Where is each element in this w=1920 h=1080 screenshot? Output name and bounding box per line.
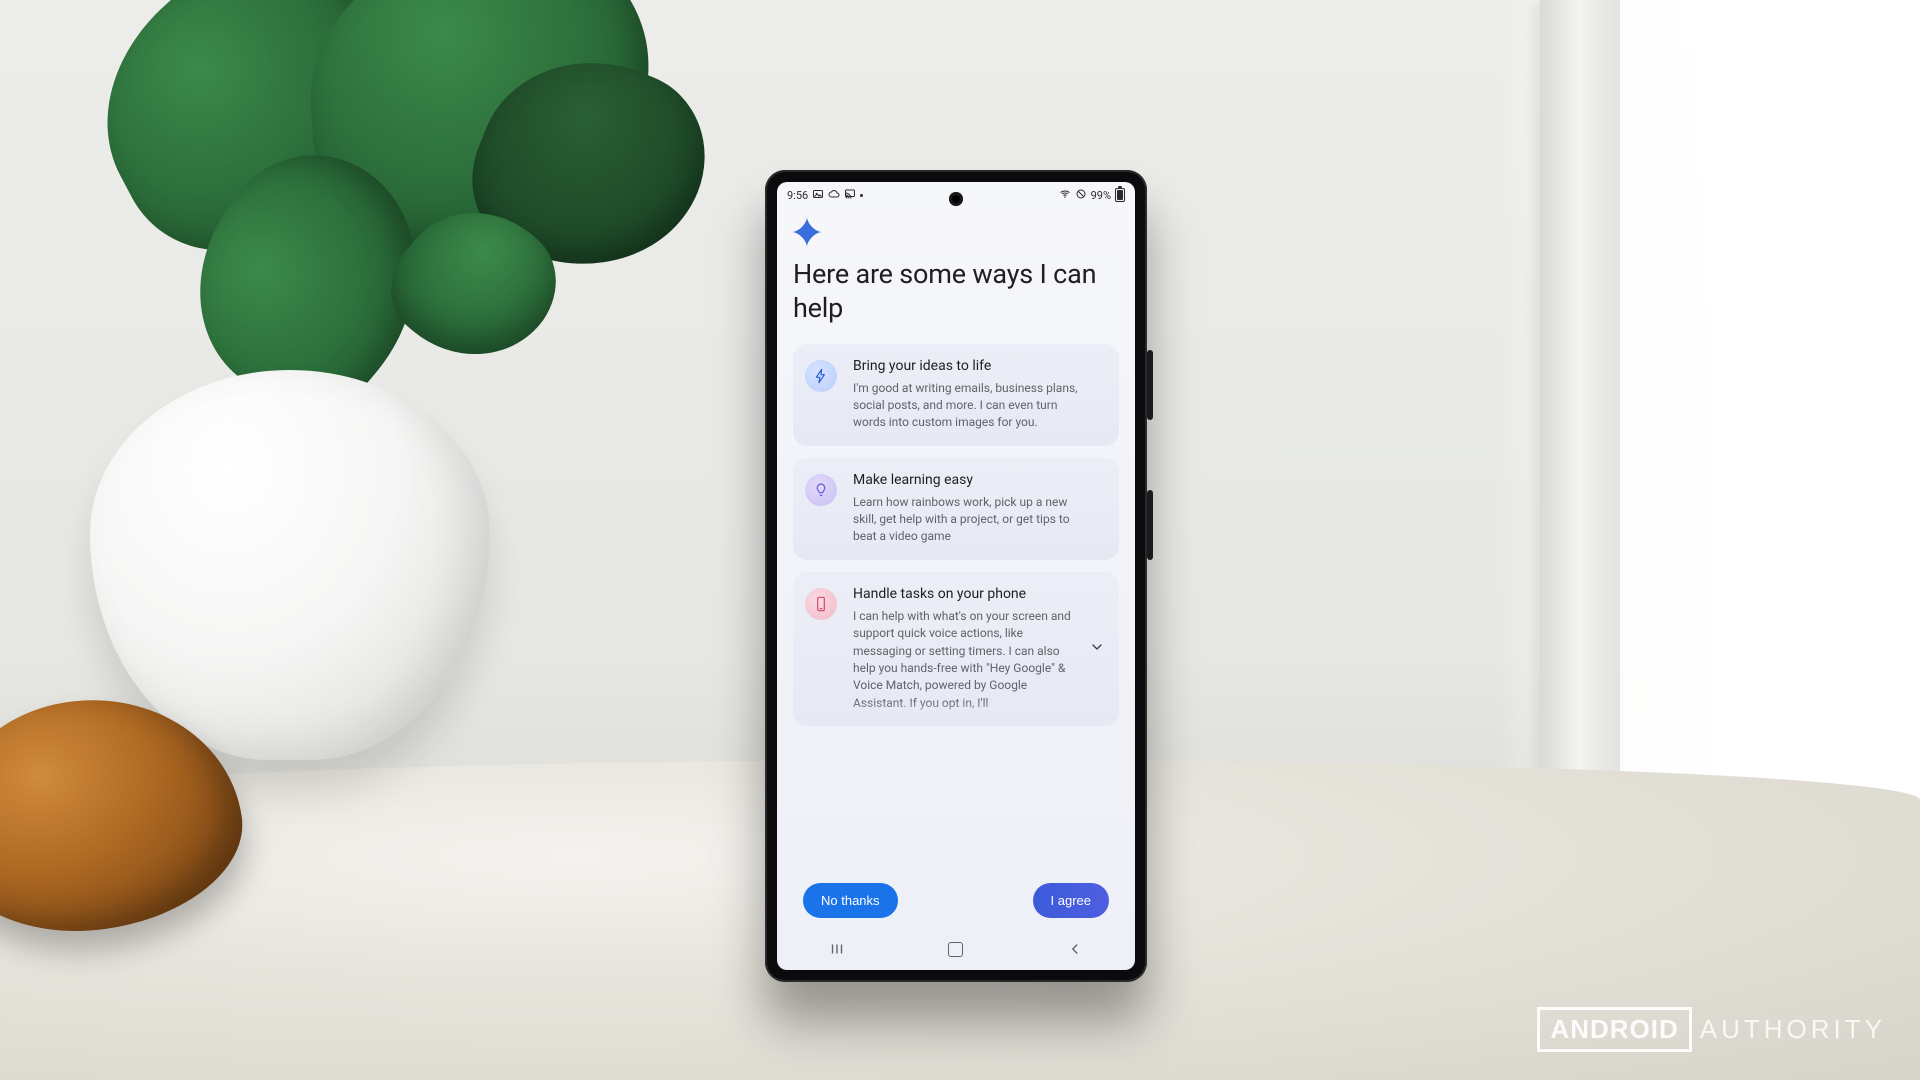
- status-wifi-icon: [1059, 188, 1071, 203]
- phone-frame: 9:56: [765, 170, 1147, 982]
- gemini-onboarding: Here are some ways I can help Bring your…: [777, 208, 1135, 928]
- bolt-icon: [805, 360, 837, 392]
- phone-screen: 9:56: [777, 182, 1135, 970]
- card-title: Handle tasks on your phone: [853, 586, 1077, 602]
- card-phone-tasks[interactable]: Handle tasks on your phone I can help wi…: [793, 572, 1119, 726]
- phone-icon: [805, 588, 837, 620]
- photo-scene: ANDROID AUTHORITY 9:56: [0, 0, 1920, 1080]
- status-battery-icon: [1115, 188, 1125, 202]
- status-image-icon: [812, 188, 824, 203]
- status-cloud-icon: [828, 188, 840, 203]
- i-agree-button[interactable]: I agree: [1033, 883, 1109, 918]
- watermark: ANDROID AUTHORITY: [1537, 1007, 1886, 1052]
- consent-button-bar: No thanks I agree: [793, 871, 1119, 928]
- gemini-sparkle-icon: [791, 216, 823, 248]
- card-learning[interactable]: Make learning easy Learn how rainbows wo…: [793, 458, 1119, 560]
- nav-recents-button[interactable]: [817, 940, 857, 958]
- bulb-icon: [805, 474, 837, 506]
- status-dnd-icon: [1075, 188, 1087, 203]
- watermark-sub: AUTHORITY: [1700, 1014, 1886, 1045]
- card-title: Make learning easy: [853, 472, 1093, 488]
- card-desc: Learn how rainbows work, pick up a new s…: [853, 494, 1093, 546]
- status-dot-icon: [860, 194, 863, 197]
- status-battery-percent: 99%: [1091, 189, 1111, 202]
- plant-pot: [90, 370, 490, 760]
- status-cast-icon: [844, 188, 856, 203]
- watermark-brand: ANDROID: [1537, 1007, 1691, 1052]
- front-camera: [949, 192, 963, 206]
- nav-home-button[interactable]: [936, 942, 976, 957]
- page-headline: Here are some ways I can help: [793, 258, 1119, 326]
- android-navbar: [777, 928, 1135, 970]
- status-time: 9:56: [787, 189, 808, 202]
- chevron-down-icon[interactable]: [1089, 639, 1105, 659]
- card-desc: I'm good at writing emails, business pla…: [853, 380, 1093, 432]
- no-thanks-button[interactable]: No thanks: [803, 883, 898, 918]
- card-ideas[interactable]: Bring your ideas to life I'm good at wri…: [793, 344, 1119, 446]
- card-desc: I can help with what's on your screen an…: [853, 608, 1077, 712]
- card-title: Bring your ideas to life: [853, 358, 1093, 374]
- nav-back-button[interactable]: [1055, 940, 1095, 958]
- feature-cards: Bring your ideas to life I'm good at wri…: [793, 344, 1119, 872]
